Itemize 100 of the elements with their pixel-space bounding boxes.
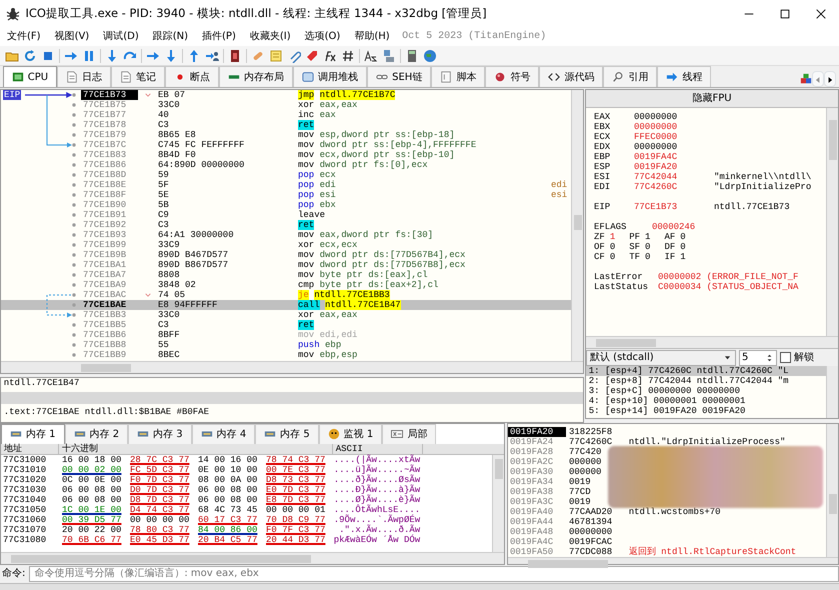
hex-cell: F0 7D C3 77 [130, 474, 190, 485]
value-cell: 77CD [569, 486, 591, 496]
hex-cell: 00 39 D5 77 [62, 514, 122, 525]
vertical-scrollbar[interactable] [492, 454, 504, 552]
menu-item[interactable]: 调试(D) [96, 28, 146, 46]
eip-label: EIP [3, 90, 22, 100]
value-cell: 0019 [569, 476, 591, 486]
mnemonic: je [298, 290, 309, 300]
tab[interactable]: 内存布局 [219, 66, 294, 87]
tab[interactable]: 源代码 [539, 66, 604, 87]
bytes-cell: 890D B467D577 [158, 250, 228, 260]
font-size-icon[interactable] [364, 48, 378, 62]
vertical-scrollbar[interactable] [571, 90, 583, 361]
mnemonic: mov [298, 270, 314, 280]
hex-cell: 06 00 08 00 [198, 494, 258, 505]
flag-name: OF [594, 242, 605, 252]
address-cell-text: 77CE1BA1 [82, 260, 128, 270]
tab[interactable]: 调用堆栈 [293, 66, 368, 87]
hex-cell: 70 D8 C9 77 [266, 514, 326, 525]
mnemonic: pop [298, 190, 314, 200]
dump-tab[interactable]: 监视 1 [318, 424, 382, 444]
mnemonic: push [298, 340, 320, 350]
address-cell-text: 0019FA40 [509, 506, 554, 516]
bytes-cell: 5E [158, 190, 169, 200]
bytes-cell: 5B [158, 200, 169, 210]
argument-row[interactable]: 3: [esp+C] 00000000 00000000 [586, 386, 826, 396]
dump-tab[interactable]: 内存 3 [128, 424, 192, 444]
menu-item[interactable]: 跟踪(N) [146, 28, 196, 46]
flag-value: 0 [645, 252, 650, 262]
operands: ntdll.77CE1BB3 [314, 290, 390, 300]
mnemonic: mov [298, 130, 314, 140]
value-cell: 00000000 [569, 526, 612, 536]
bytes-cell: 64:A1 30000000 [158, 230, 234, 240]
tab[interactable]: 引用 [603, 66, 658, 87]
bytes-cell: C3 [158, 220, 169, 230]
tab[interactable]: 线程 [657, 66, 712, 87]
breakpoint-dot-icon [70, 271, 78, 279]
hash-icon[interactable] [340, 48, 355, 62]
tab[interactable]: CPU [2, 66, 58, 87]
value-cell: 000000 [569, 456, 602, 466]
horizontal-scrollbar[interactable] [586, 336, 838, 348]
address-cell-text: 77CE1B99 [82, 240, 128, 250]
menu-item[interactable]: 帮助(H) [347, 28, 397, 46]
bytes-cell: 33C9 [158, 240, 180, 250]
tab[interactable]: 笔记 [111, 66, 166, 87]
tab[interactable]: 断点 [165, 66, 220, 87]
hex-cell: 0C 00 0E 00 [62, 474, 122, 485]
dump-tab[interactable]: 内存 1 [1, 424, 65, 444]
dump-tab[interactable]: 内存 2 [64, 424, 128, 444]
menu-item[interactable]: 视图(V) [48, 28, 96, 46]
tab[interactable]: 符号 [485, 66, 540, 87]
mnemonic: jmp [298, 90, 314, 100]
address-cell-text: 77CE1B7C [82, 140, 128, 150]
scroll-right-button[interactable] [824, 71, 836, 87]
hex-cell: 78 74 C3 77 [266, 454, 326, 465]
note-icon[interactable] [268, 48, 283, 62]
document-icon [66, 71, 78, 83]
tab[interactable]: SEH链 [367, 66, 432, 87]
dump-tab[interactable]: 内存 5 [255, 424, 319, 444]
flag-name: CF [594, 252, 605, 262]
tag-icon[interactable] [304, 48, 319, 62]
vertical-scrollbar[interactable] [826, 108, 838, 336]
tab[interactable]: 脚本 [431, 66, 486, 87]
operands: eax,eax [320, 310, 358, 320]
command-input[interactable]: 命令使用逗号分隔（像汇编语言）: mov eax, ebx [29, 566, 839, 582]
fpu-toggle-button[interactable]: 隐藏FPU [586, 90, 838, 108]
dump-tab[interactable]: 局部 [382, 424, 436, 444]
horizontal-scrollbar[interactable] [1, 552, 504, 564]
fx-icon[interactable] [322, 48, 337, 62]
argument-row[interactable]: 1: [esp+4] 77C4260C ntdll.77C4260C "L [586, 366, 826, 376]
breakpoint-dot-icon [70, 101, 78, 109]
argument-row[interactable]: 4: [esp+10] 00000001 00000001 [586, 396, 826, 406]
vertical-scrollbar[interactable] [826, 366, 838, 418]
dump-tab[interactable]: 内存 4 [192, 424, 256, 444]
bytes-cell: C3 [158, 320, 169, 330]
argument-row[interactable]: 5: [esp+14] 0019FA20 0019FA20 [586, 406, 826, 416]
value-cell: 77C4260C [569, 436, 612, 446]
address-cell: 0019FA20 [508, 426, 566, 436]
menu-item[interactable]: 插件(P) [195, 28, 243, 46]
flag-value: 1 [680, 252, 686, 262]
argument-count-spinner[interactable]: 5 [739, 350, 777, 366]
tab[interactable]: 日志 [57, 66, 112, 87]
globe-icon[interactable] [422, 48, 437, 62]
vertical-scrollbar[interactable] [826, 424, 838, 556]
menu-item[interactable]: 收藏夹(I) [242, 28, 298, 46]
argument-row[interactable]: 2: [esp+8] 77C42044 ntdll.77C42044 "m [586, 376, 826, 386]
register-comment: "minkernel\\ntdll\ [714, 172, 812, 182]
unlock-checkbox[interactable] [780, 352, 791, 363]
dropdown-arrow-icon [723, 353, 732, 362]
address-cell-text: 0019FA28 [509, 446, 554, 456]
address-cell-text: 77CE1B8D [82, 170, 128, 180]
operands: byte ptr ds:[eax],cl [320, 270, 428, 280]
bytes-cell: C9 [158, 210, 169, 220]
hex-cell: 00 00 00 00 [130, 514, 190, 525]
calling-convention-dropdown[interactable]: 默认 (stdcall) [586, 350, 736, 366]
horizontal-scrollbar[interactable] [1, 361, 583, 373]
menu-item[interactable]: 选项(O) [298, 28, 348, 46]
menu-item[interactable]: 文件(F) [0, 28, 48, 46]
hex-cell: 06 00 08 00 [62, 484, 122, 495]
circular-arrow-icon[interactable] [22, 48, 37, 62]
